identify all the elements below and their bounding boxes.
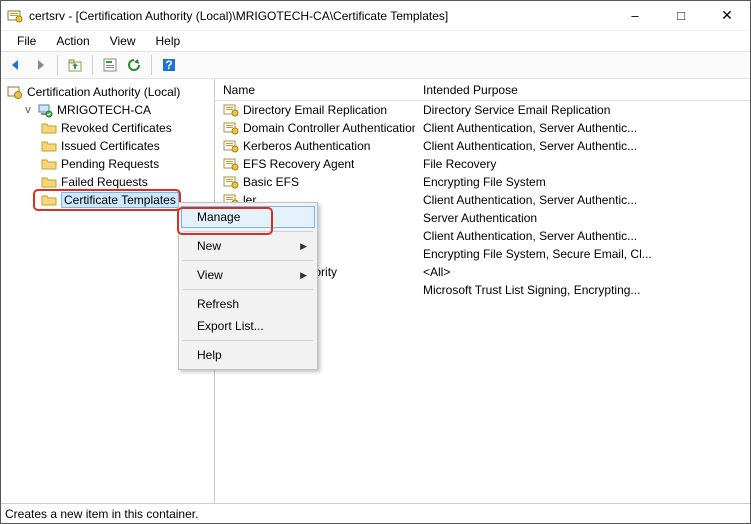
list-header: Name Intended Purpose bbox=[215, 79, 750, 101]
list-item[interactable]: EFS Recovery Agent File Recovery bbox=[215, 155, 750, 173]
context-menu: Manage New ▶ View ▶ Refresh Export List.… bbox=[178, 202, 318, 370]
cell-purpose: Server Authentication bbox=[415, 211, 750, 225]
tree-item-pending[interactable]: Pending Requests bbox=[1, 155, 214, 173]
cell-name-text: Domain Controller Authentication bbox=[243, 121, 415, 135]
cell-purpose: Encrypting File System, Secure Email, Cl… bbox=[415, 247, 750, 261]
cell-name: EFS Recovery Agent bbox=[215, 156, 415, 172]
cell-name-text: Kerberos Authentication bbox=[243, 139, 370, 153]
maximize-button[interactable]: □ bbox=[658, 1, 704, 31]
tree-item-issued[interactable]: Issued Certificates bbox=[1, 137, 214, 155]
tree-item-failed[interactable]: Failed Requests bbox=[1, 173, 214, 191]
toolbar: ? bbox=[1, 51, 750, 79]
cell-purpose: Microsoft Trust List Signing, Encrypting… bbox=[415, 283, 750, 297]
tree-item-revoked[interactable]: Revoked Certificates bbox=[1, 119, 214, 137]
submenu-arrow-icon: ▶ bbox=[300, 270, 307, 281]
cell-purpose: File Recovery bbox=[415, 157, 750, 171]
cell-name-text: EFS Recovery Agent bbox=[243, 157, 354, 171]
pc-icon bbox=[37, 102, 53, 118]
refresh-button[interactable] bbox=[123, 54, 145, 76]
main-area: Certification Authority (Local) v MRIGOT… bbox=[1, 79, 750, 503]
folder-icon bbox=[41, 120, 57, 136]
cell-name-text: Directory Email Replication bbox=[243, 103, 387, 117]
title-bar: certsrv - [Certification Authority (Loca… bbox=[1, 1, 750, 31]
ctx-separator bbox=[183, 289, 313, 290]
ctx-label: Refresh bbox=[197, 297, 239, 311]
up-button[interactable] bbox=[64, 54, 86, 76]
folder-icon bbox=[41, 156, 57, 172]
cell-purpose: Client Authentication, Server Authentic.… bbox=[415, 121, 750, 135]
menu-help[interactable]: Help bbox=[148, 33, 189, 49]
cell-purpose: Client Authentication, Server Authentic.… bbox=[415, 193, 750, 207]
menu-action[interactable]: Action bbox=[48, 33, 97, 49]
status-bar: Creates a new item in this container. bbox=[1, 503, 750, 523]
submenu-arrow-icon: ▶ bbox=[300, 241, 307, 252]
cert-template-icon bbox=[223, 102, 239, 118]
cert-template-icon bbox=[223, 120, 239, 136]
cell-purpose: Client Authentication, Server Authentic.… bbox=[415, 139, 750, 153]
back-button[interactable] bbox=[5, 54, 27, 76]
tree-ca[interactable]: v MRIGOTECH-CA bbox=[1, 101, 214, 119]
cell-purpose: Directory Service Email Replication bbox=[415, 103, 750, 117]
ctx-label: Manage bbox=[197, 210, 240, 224]
list-item[interactable]: Directory Email Replication Directory Ser… bbox=[215, 101, 750, 119]
ctx-refresh[interactable]: Refresh bbox=[181, 293, 315, 315]
cert-template-icon bbox=[223, 156, 239, 172]
cert-template-icon bbox=[223, 174, 239, 190]
tree-item-label: Failed Requests bbox=[61, 175, 148, 189]
cell-name: Basic EFS bbox=[215, 174, 415, 190]
tree-item-label: Issued Certificates bbox=[61, 139, 160, 153]
tree-root-label: Certification Authority (Local) bbox=[27, 85, 180, 99]
cert-template-icon bbox=[223, 138, 239, 154]
folder-icon bbox=[41, 192, 57, 208]
close-button[interactable]: ✕ bbox=[704, 1, 750, 31]
cell-name-text: Basic EFS bbox=[243, 175, 299, 189]
tree-root[interactable]: Certification Authority (Local) bbox=[1, 83, 214, 101]
col-header-purpose[interactable]: Intended Purpose bbox=[415, 83, 750, 97]
ctx-label: View bbox=[197, 268, 223, 282]
tree-item-label: Certificate Templates bbox=[61, 192, 179, 208]
cell-name: Directory Email Replication bbox=[215, 102, 415, 118]
help-button[interactable]: ? bbox=[158, 54, 180, 76]
folder-icon bbox=[41, 174, 57, 190]
ctx-label: Help bbox=[197, 348, 222, 362]
cell-name: Kerberos Authentication bbox=[215, 138, 415, 154]
ctx-view[interactable]: View ▶ bbox=[181, 264, 315, 286]
status-text: Creates a new item in this container. bbox=[5, 507, 198, 521]
col-header-name[interactable]: Name bbox=[215, 83, 415, 97]
expander-icon[interactable]: v bbox=[23, 104, 33, 116]
list-item[interactable]: Domain Controller AuthenticationClient A… bbox=[215, 119, 750, 137]
svg-text:?: ? bbox=[165, 58, 172, 72]
ctx-separator bbox=[183, 340, 313, 341]
list-item[interactable]: Basic EFS Encrypting File System bbox=[215, 173, 750, 191]
tree-item-label: Pending Requests bbox=[61, 157, 159, 171]
cell-purpose: <All> bbox=[415, 265, 750, 279]
tree-item-label: Revoked Certificates bbox=[61, 121, 172, 135]
ctx-export[interactable]: Export List... bbox=[181, 315, 315, 337]
forward-button[interactable] bbox=[29, 54, 51, 76]
minimize-button[interactable]: – bbox=[612, 1, 658, 31]
menu-bar: File Action View Help bbox=[1, 31, 750, 51]
ctx-separator bbox=[183, 231, 313, 232]
ctx-new[interactable]: New ▶ bbox=[181, 235, 315, 257]
window-title: certsrv - [Certification Authority (Loca… bbox=[29, 9, 612, 23]
cell-purpose: Encrypting File System bbox=[415, 175, 750, 189]
ctx-manage[interactable]: Manage bbox=[181, 206, 315, 228]
list-item[interactable]: Kerberos Authentication Client Authentica… bbox=[215, 137, 750, 155]
menu-view[interactable]: View bbox=[102, 33, 144, 49]
ctx-help[interactable]: Help bbox=[181, 344, 315, 366]
ctx-separator bbox=[183, 260, 313, 261]
folder-icon bbox=[41, 138, 57, 154]
certsrv-app-icon bbox=[7, 8, 23, 24]
cell-name: Domain Controller Authentication bbox=[215, 120, 415, 136]
ctx-label: Export List... bbox=[197, 319, 264, 333]
cell-purpose: Client Authentication, Server Authentic.… bbox=[415, 229, 750, 243]
menu-file[interactable]: File bbox=[9, 33, 44, 49]
certauth-icon bbox=[7, 84, 23, 100]
properties-button[interactable] bbox=[99, 54, 121, 76]
tree-ca-label: MRIGOTECH-CA bbox=[57, 103, 151, 117]
ctx-label: New bbox=[197, 239, 221, 253]
